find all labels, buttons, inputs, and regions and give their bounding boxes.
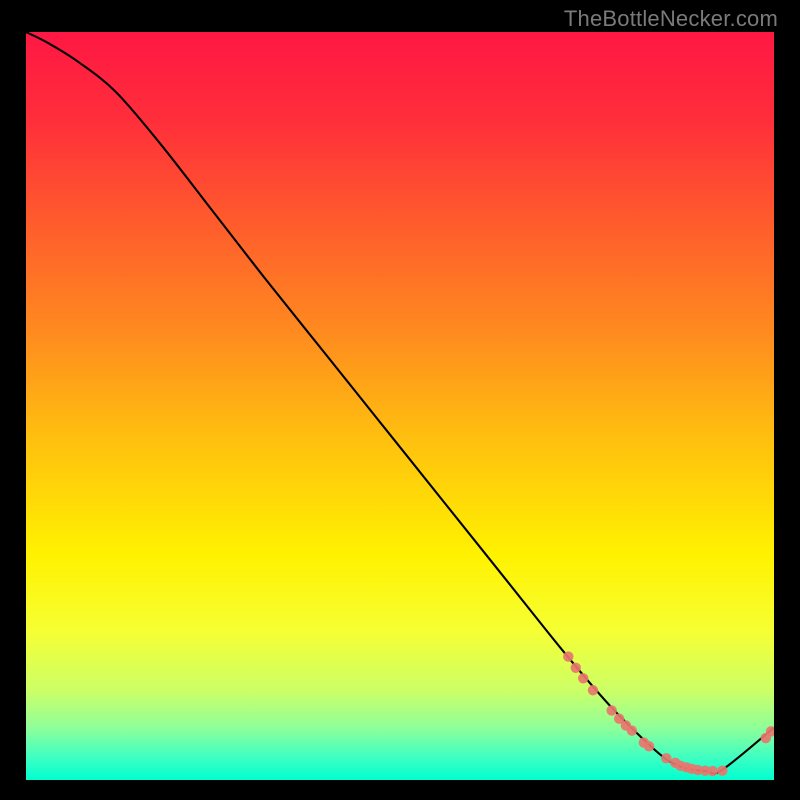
plot-area [26, 32, 774, 780]
hotspot-point [707, 766, 717, 776]
hotspot-point [661, 753, 671, 763]
hotspot-point [717, 765, 727, 775]
chart-svg [26, 32, 774, 780]
hotspot-point [563, 651, 573, 661]
hotspot-point [571, 663, 581, 673]
hotspot-point [644, 741, 654, 751]
hotspot-point [588, 685, 598, 695]
gradient-background [26, 32, 774, 780]
chart-stage: TheBottleNecker.com [0, 0, 800, 800]
hotspot-point [606, 705, 616, 715]
hotspot-point [578, 673, 588, 683]
hotspot-point [627, 725, 637, 735]
watermark-text: TheBottleNecker.com [564, 6, 778, 32]
